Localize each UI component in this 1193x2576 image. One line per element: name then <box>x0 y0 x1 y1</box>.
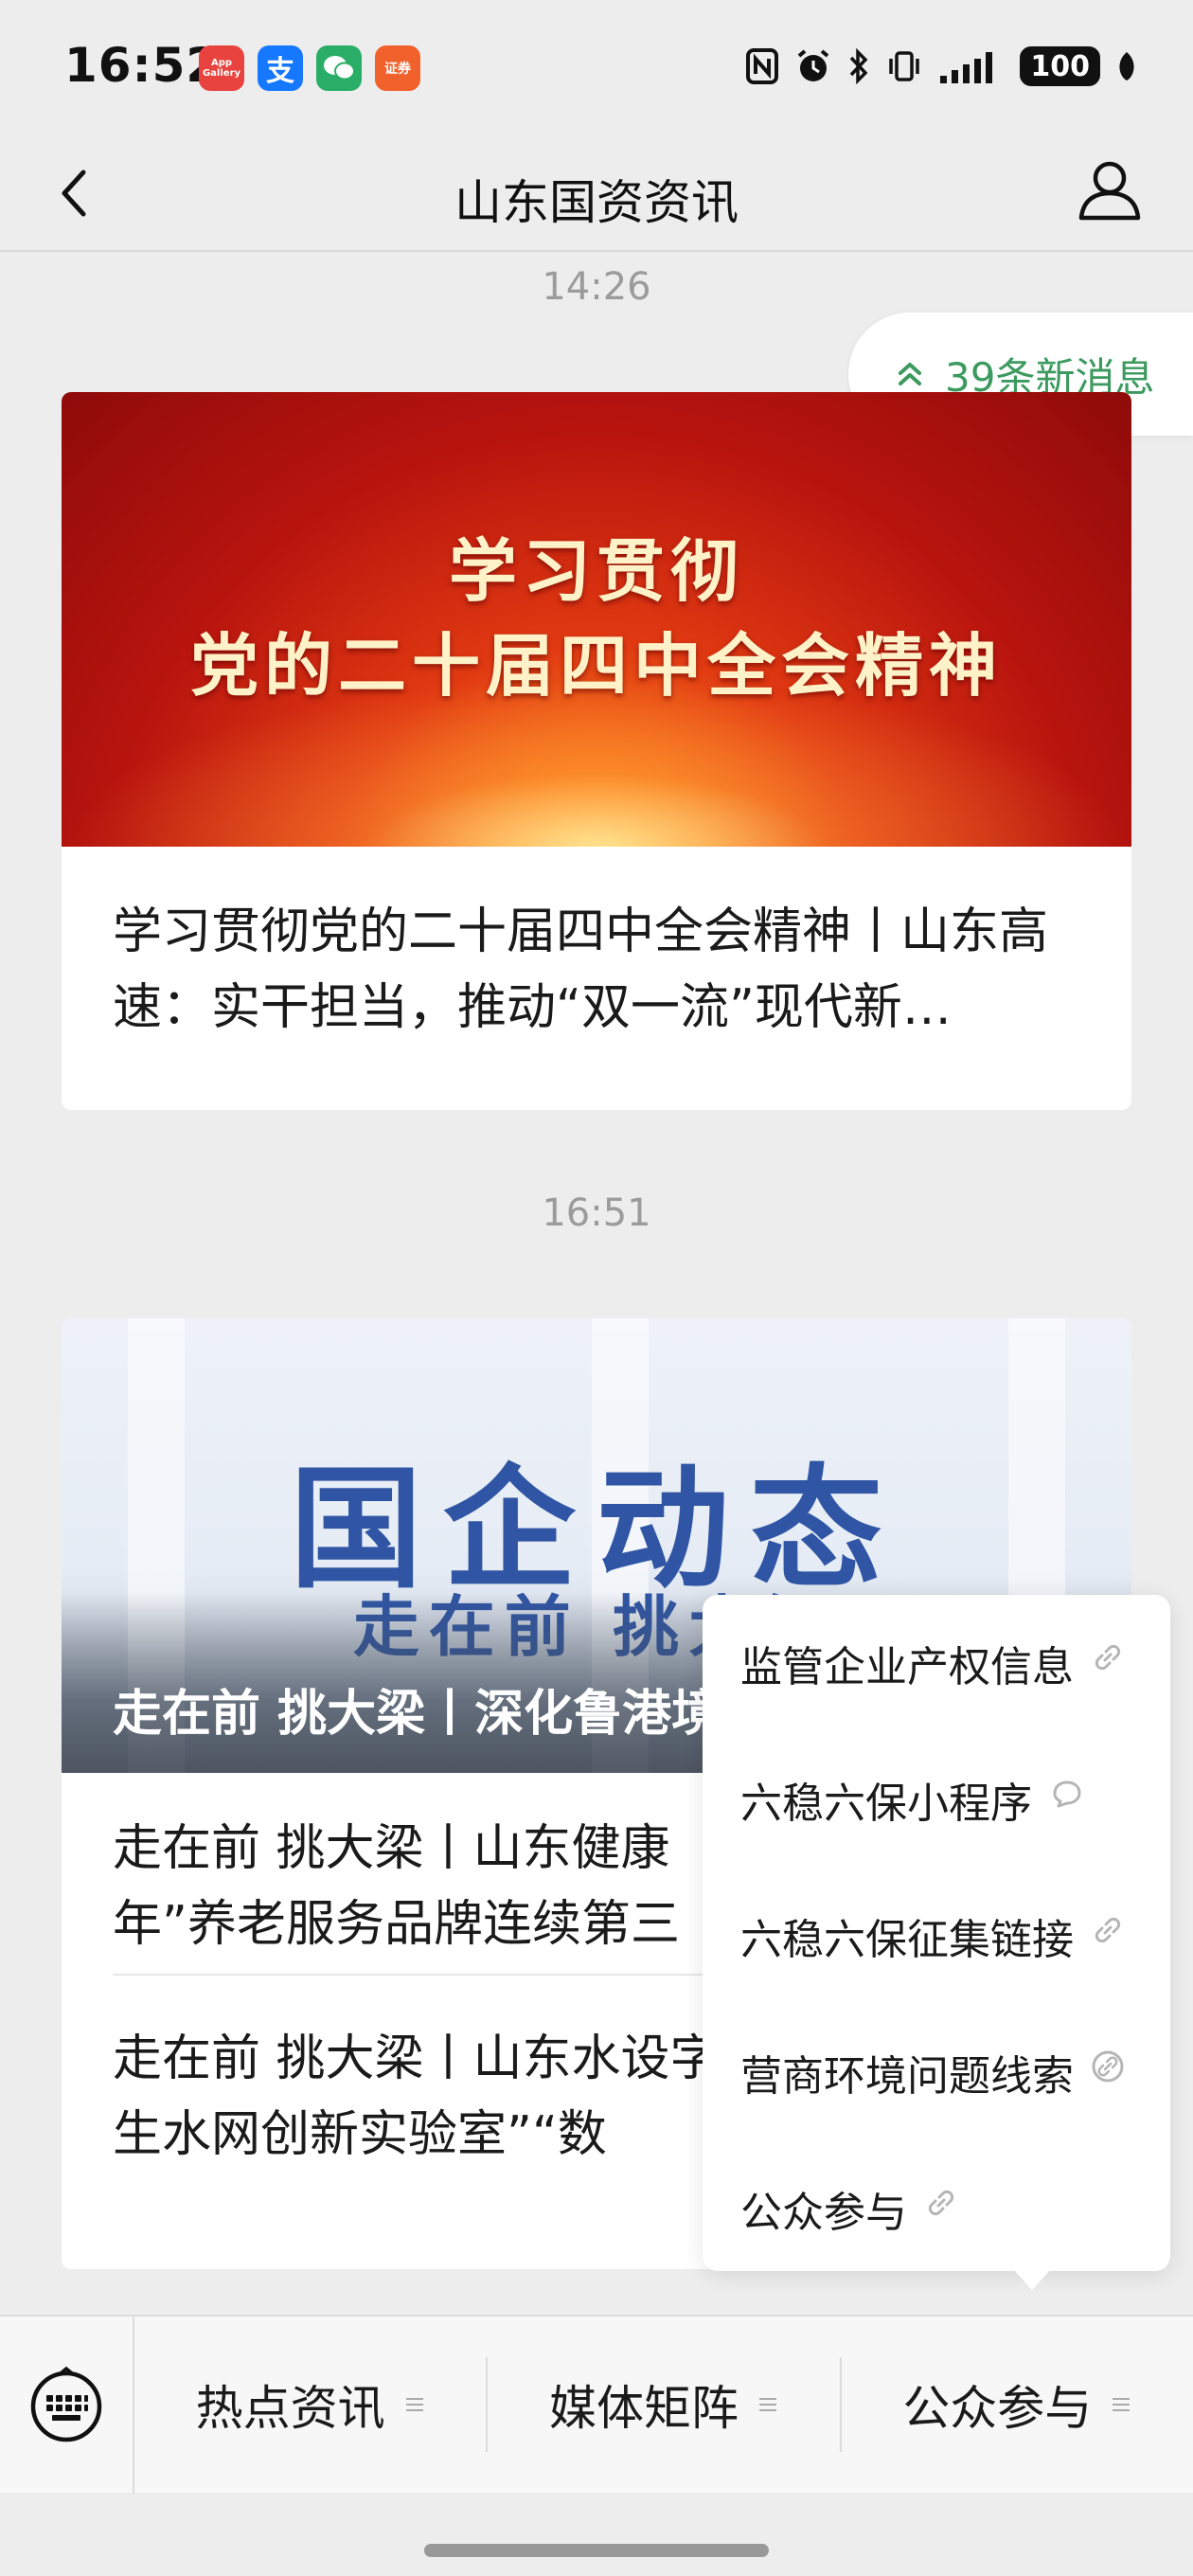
bluetooth-icon <box>847 45 870 87</box>
alipay-icon: 支 <box>258 45 303 91</box>
submenu-item-label: 监管企业产权信息 <box>740 1643 1074 1691</box>
status-indicators: 100 <box>745 45 1138 87</box>
home-indicator[interactable] <box>424 2544 769 2557</box>
submenu-item-label: 六稳六保小程序 <box>740 1780 1032 1828</box>
menu-tab-label: 公众参与 <box>902 2381 1093 2436</box>
mini-program-icon <box>1053 1780 1081 1808</box>
submenu-indicator-icon <box>1113 2398 1131 2411</box>
status-time: 16:52 <box>64 38 221 93</box>
submenu-indicator-icon <box>405 2398 423 2411</box>
article-title: 学习贯彻党的二十届四中全会精神丨山东高速：实干担当，推动“双一流”现代新… <box>113 903 1049 1036</box>
link-icon <box>1095 1917 1121 1943</box>
submenu-item-label: 六稳六保征集链接 <box>740 1916 1074 1964</box>
menu-tab-label: 媒体矩阵 <box>548 2381 739 2436</box>
message-timestamp: 16:51 <box>542 1191 651 1235</box>
signal-icon <box>938 45 1005 87</box>
page-title: 山东国资资讯 <box>454 175 739 230</box>
submenu-popup: 监管企业产权信息 六稳六保小程序 六稳六保征集链接 营商环境问题线索 公众参与 <box>703 1595 1170 2290</box>
double-chevron-up-icon <box>899 363 921 385</box>
leaf-icon <box>1115 45 1138 87</box>
vibrate-icon <box>885 45 923 87</box>
person-icon <box>1078 161 1141 221</box>
securities-icon: 证券 <box>375 45 420 91</box>
submenu-item-label: 营商环境问题线索 <box>740 2052 1074 2101</box>
article-card[interactable]: 学习贯彻 党的二十届四中全会精神 学习贯彻党的二十届四中全会精神丨山东高速：实干… <box>62 392 1131 1110</box>
banner-heading-line: 学习贯彻 <box>448 530 744 611</box>
battery-indicator: 100 <box>1020 46 1100 86</box>
nav-bar: 山东国资资讯 <box>0 133 1193 252</box>
message-timestamp: 14:26 <box>542 265 651 309</box>
menu-tab-media-matrix[interactable]: 媒体矩阵 <box>488 2357 842 2452</box>
keyboard-toggle-button[interactable] <box>0 2316 134 2494</box>
submenu-item[interactable]: 监管企业产权信息 <box>703 1633 1170 1769</box>
alarm-icon <box>794 45 832 87</box>
menu-tab-public-participation[interactable]: 公众参与 <box>842 2357 1193 2452</box>
profile-button[interactable] <box>1072 152 1148 227</box>
status-app-icons: App Gallery 支 证券 <box>199 45 420 91</box>
keyboard-icon <box>30 2366 102 2442</box>
article-banner-image: 学习贯彻 党的二十届四中全会精神 <box>62 392 1131 847</box>
submenu-item-label: 公众参与 <box>740 2189 907 2237</box>
wechat-icon <box>316 45 362 91</box>
nfc-icon <box>745 45 779 87</box>
link-icon <box>928 2190 954 2216</box>
submenu-item[interactable]: 公众参与 <box>703 2178 1170 2315</box>
submenu-item[interactable]: 六稳六保征集链接 <box>703 1905 1170 2042</box>
app-gallery-icon: App Gallery <box>199 45 244 91</box>
link-icon <box>1095 1644 1121 1671</box>
link-circle-icon <box>1092 2050 1124 2083</box>
menu-tab-label: 热点资讯 <box>195 2381 385 2436</box>
article-list-item[interactable]: 走在前 挑大梁丨山东水设字孪生水网创新实验室”“数 <box>62 1976 781 2173</box>
status-bar: 16:52 App Gallery 支 证券 100 <box>0 0 1193 133</box>
submenu-item[interactable]: 六稳六保小程序 <box>703 1769 1170 1905</box>
submenu-item[interactable]: 营商环境问题线索 <box>703 2042 1170 2178</box>
banner-heading-line: 党的二十届四中全会精神 <box>189 625 1003 706</box>
bottom-menu-bar: 热点资讯 媒体矩阵 公众参与 <box>0 2315 1193 2494</box>
menu-tab-hot-news[interactable]: 热点资讯 <box>134 2357 489 2452</box>
submenu-indicator-icon <box>758 2398 776 2411</box>
article-list-item[interactable]: 走在前 挑大梁丨山东健康年”养老服务品牌连续第三 <box>62 1773 781 1974</box>
